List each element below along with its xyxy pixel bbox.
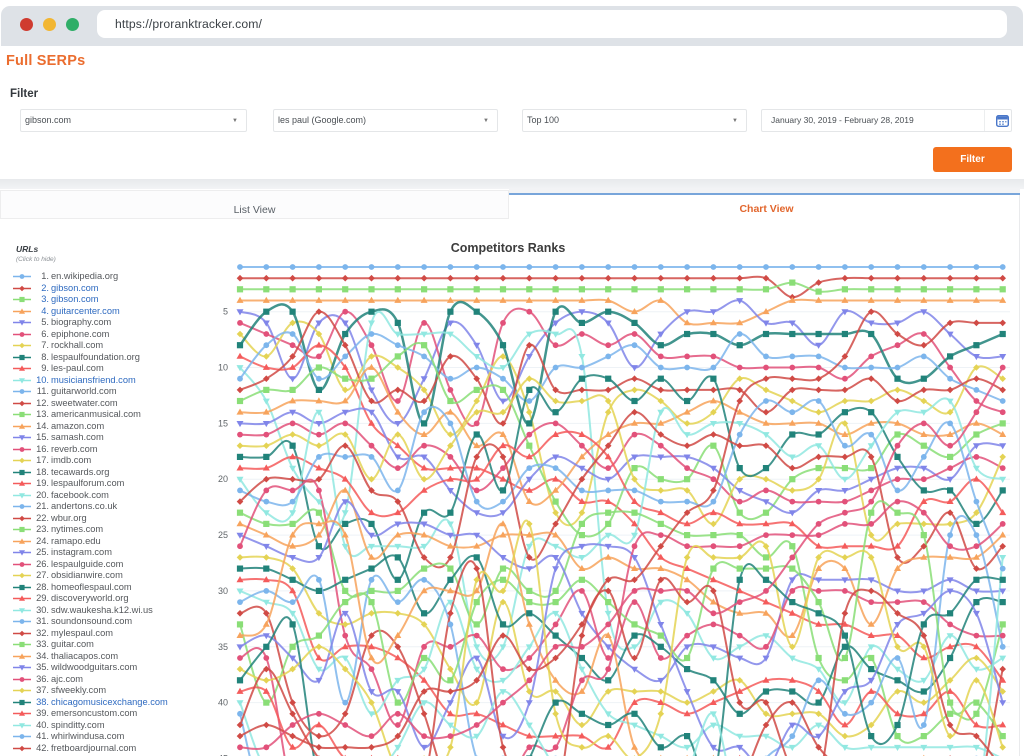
svg-text:5: 5: [223, 307, 228, 317]
svg-text:35: 35: [218, 642, 228, 652]
svg-text:Competitors Ranks: Competitors Ranks: [451, 241, 566, 255]
svg-text:15: 15: [218, 418, 228, 428]
svg-text:20: 20: [218, 474, 228, 484]
svg-text:10: 10: [218, 363, 228, 373]
svg-text:40: 40: [218, 698, 228, 708]
svg-text:30: 30: [218, 586, 228, 596]
svg-text:25: 25: [218, 530, 228, 540]
